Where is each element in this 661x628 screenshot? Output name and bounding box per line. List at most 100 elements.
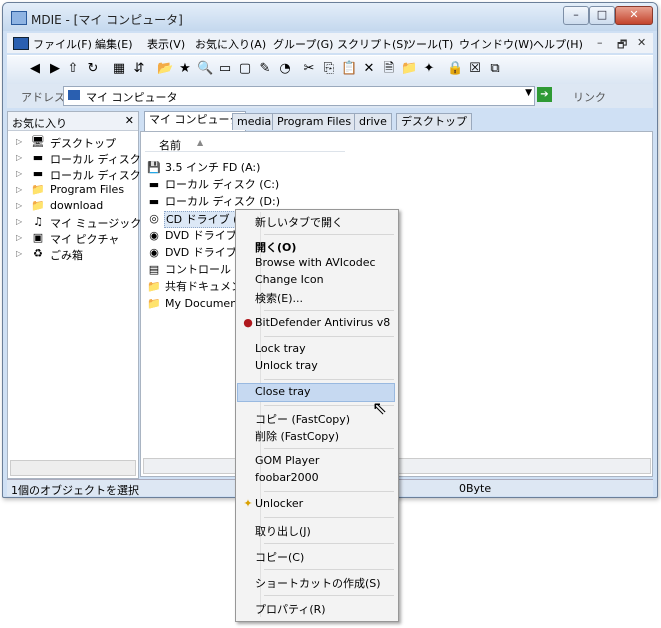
expand-icon[interactable]: ▷ [16, 185, 22, 194]
favorites-scrollbar[interactable] [10, 460, 136, 476]
folder-icon: 📁 [31, 199, 45, 212]
ctx-fastcopy-copy[interactable]: コピー (FastCopy) [238, 410, 394, 427]
favorite-icon[interactable]: ★ [177, 61, 193, 77]
views-icon[interactable]: ▦ [111, 61, 127, 77]
app-icon [11, 11, 27, 25]
ctx-label: Browse with AVIcodec [255, 256, 376, 269]
ctx-unlock-tray[interactable]: Unlock tray [238, 358, 394, 375]
copy-icon[interactable]: ⎘ [321, 61, 337, 77]
mdi-minimize-button[interactable]: – [597, 36, 603, 49]
ctx-foobar2000[interactable]: foobar2000 [238, 470, 394, 487]
expand-icon[interactable]: ▷ [16, 153, 22, 162]
ctx-label: Lock tray [255, 342, 306, 355]
ctx-change-icon[interactable]: Change Icon [238, 272, 394, 289]
go-button[interactable]: ➔ [537, 87, 552, 102]
tab-media[interactable]: media [232, 113, 277, 130]
forward-icon[interactable]: ▶ [47, 61, 63, 77]
ctx-properties[interactable]: プロパティ(R) [238, 600, 394, 617]
tab-drive[interactable]: drive [354, 113, 392, 130]
mdi-child-icon[interactable] [13, 37, 29, 50]
mouse-cursor-icon: ⇖ [372, 398, 388, 419]
menu-separator [264, 491, 394, 492]
ctx-copy[interactable]: コピー(C) [238, 548, 394, 565]
unlocker-icon: ✦ [243, 497, 253, 510]
ctx-create-shortcut[interactable]: ショートカットの作成(S) [238, 574, 394, 591]
menu-separator [264, 569, 394, 570]
tab-my-computer[interactable]: マイ コンピュータ [144, 111, 246, 131]
address-label: アドレス [21, 91, 65, 104]
menu-script[interactable]: スクリプト(S) [337, 36, 408, 52]
ctx-eject[interactable]: 取り出し(J) [238, 522, 394, 539]
menu-edit[interactable]: 編集(E) [95, 36, 133, 52]
star-icon[interactable]: ✦ [421, 61, 437, 77]
ctx-gom-player[interactable]: GOM Player [238, 453, 394, 470]
ctx-open[interactable]: 開く(O) [238, 238, 394, 255]
maximize-button[interactable]: □ [589, 6, 615, 25]
minimize-button[interactable]: – [563, 6, 589, 25]
up-icon[interactable]: ⇧ [65, 61, 81, 77]
tab-strip: マイ コンピュータ media Program Files drive デスクト… [140, 111, 653, 131]
lock-icon[interactable]: 🔒 [447, 61, 463, 77]
favorites-close-button[interactable]: ✕ [125, 114, 134, 127]
ctx-label: GOM Player [255, 454, 320, 467]
history-icon[interactable]: ◔ [277, 61, 293, 77]
ctx-lock-tray[interactable]: Lock tray [238, 341, 394, 358]
refresh-icon[interactable]: ↻ [85, 61, 101, 77]
status-selection: 1個のオブジェクトを選択 [11, 484, 139, 497]
ctx-browse-avicodec[interactable]: Browse with AVIcodec [238, 255, 394, 272]
screen-icon[interactable]: ▭ [217, 61, 233, 77]
cut-icon[interactable]: ✂ [301, 61, 317, 77]
expand-icon[interactable]: ▷ [16, 233, 22, 242]
close-all-icon[interactable]: ⧉ [487, 61, 503, 77]
menu-file[interactable]: ファイル(F) [33, 36, 92, 52]
menu-favorites[interactable]: お気に入り(A) [195, 36, 266, 52]
close-tab-icon[interactable]: ☒ [467, 61, 483, 77]
expand-icon[interactable]: ▷ [16, 249, 22, 258]
ctx-search[interactable]: 検索(E)... [238, 289, 394, 306]
ctx-bitdefender[interactable]: ● BitDefender Antivirus v8 [238, 315, 394, 332]
mdi-restore-button[interactable]: 🗗 [617, 36, 627, 55]
mdi-close-button[interactable]: ✕ [637, 36, 646, 49]
links-label[interactable]: リンク [573, 89, 606, 105]
title-bar[interactable]: MDIE - [マイ コンピュータ] – □ ✕ [3, 3, 657, 31]
ctx-unlocker[interactable]: ✦ Unlocker [238, 496, 394, 513]
close-button[interactable]: ✕ [615, 6, 653, 25]
floppy-icon: 💾 [147, 161, 161, 174]
tab-program-files[interactable]: Program Files [272, 113, 357, 130]
ctx-label: コピー (FastCopy) [255, 413, 351, 426]
ctx-open-new-tab[interactable]: 新しいタブで開く [238, 213, 394, 230]
ctx-label: BitDefender Antivirus v8 [255, 316, 391, 329]
chevron-down-icon[interactable]: ▼ [525, 88, 532, 98]
menu-view[interactable]: 表示(V) [147, 36, 185, 52]
tab-desktop[interactable]: デスクトップ [396, 113, 472, 130]
newfolder-icon[interactable]: 📁 [401, 61, 417, 77]
expand-icon[interactable]: ▷ [16, 169, 22, 178]
back-icon[interactable]: ◀ [27, 61, 43, 77]
folder-icon[interactable]: 📂 [157, 61, 173, 77]
properties-icon[interactable]: 🗎 [381, 61, 397, 77]
menu-group[interactable]: グループ(G) [273, 36, 333, 52]
ctx-label: Unlock tray [255, 359, 318, 372]
ctx-label: Close tray [255, 385, 311, 398]
edit-icon[interactable]: ✎ [257, 61, 273, 77]
list-item-label: 3.5 インチ FD (A:) [165, 161, 261, 174]
delete-icon[interactable]: ✕ [361, 61, 377, 77]
sort-icon[interactable]: ⇵ [131, 61, 147, 77]
expand-icon[interactable]: ▷ [16, 217, 22, 226]
drive-icon: ▬ [32, 151, 44, 164]
menu-help[interactable]: ヘルプ(H) [533, 36, 583, 52]
favorites-item-label: デスクトップ [50, 137, 116, 150]
window-icon[interactable]: ▢ [237, 61, 253, 77]
menu-window[interactable]: ウインドウ(W) [459, 36, 533, 52]
column-header-name[interactable]: 名前 ▲ [145, 135, 345, 152]
expand-icon[interactable]: ▷ [16, 137, 22, 146]
favorites-item-label: マイ ピクチャ [50, 233, 120, 246]
search-icon[interactable]: 🔍 [197, 61, 213, 77]
expand-icon[interactable]: ▷ [16, 201, 22, 210]
dvd-drive-icon: ◉ [149, 246, 159, 259]
my-computer-icon [68, 90, 80, 100]
menu-tools[interactable]: ツール(T) [405, 36, 453, 52]
address-input[interactable]: マイ コンピュータ ▼ [63, 86, 535, 106]
paste-icon[interactable]: 📋 [341, 61, 357, 77]
ctx-fastcopy-delete[interactable]: 削除 (FastCopy) [238, 427, 394, 444]
